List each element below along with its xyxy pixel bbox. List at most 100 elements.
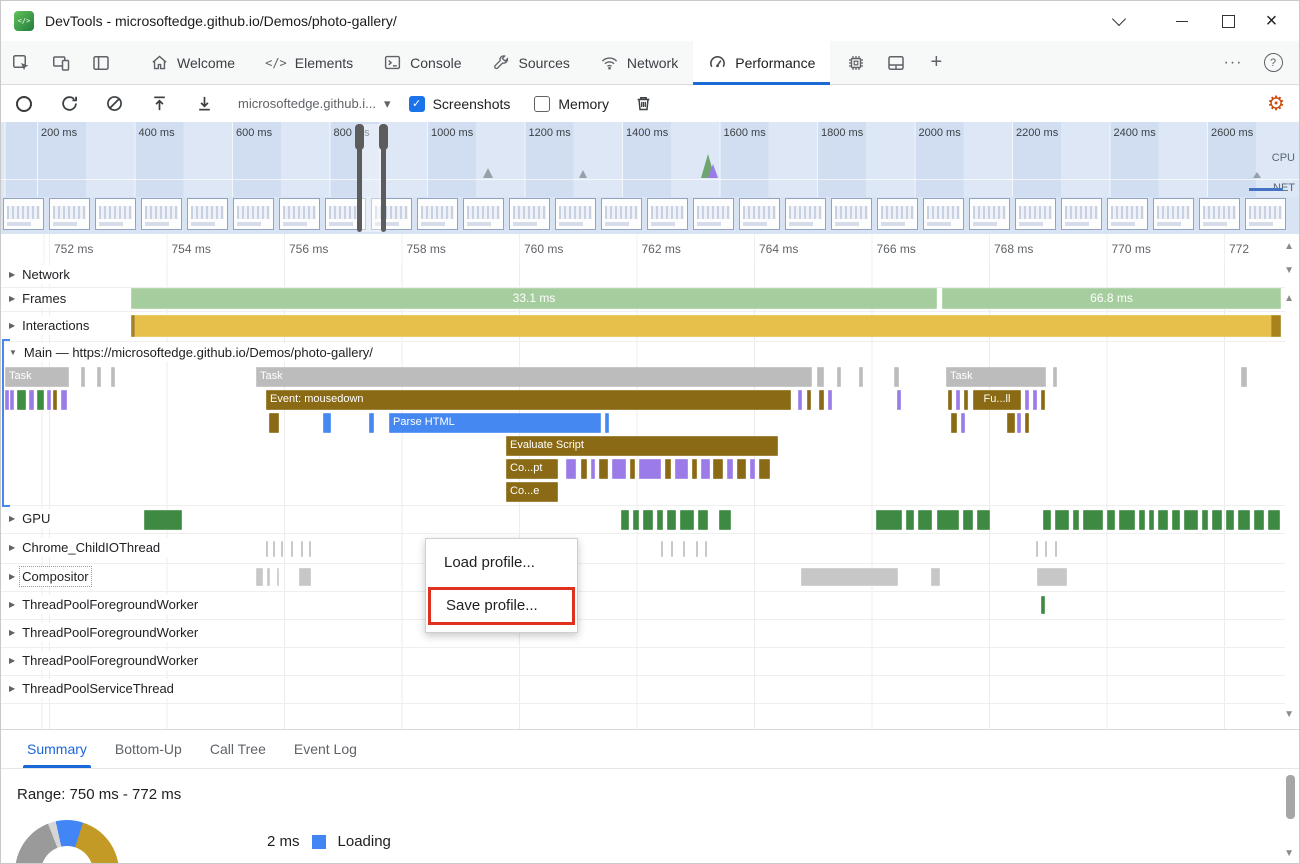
bar[interactable] — [605, 413, 609, 433]
inspect-element-button[interactable] — [1, 41, 41, 84]
filmstrip-thumbnail[interactable] — [693, 198, 734, 230]
bar[interactable] — [1107, 510, 1115, 530]
filmstrip-thumbnail[interactable] — [141, 198, 182, 230]
bar[interactable] — [273, 541, 275, 557]
bar[interactable] — [1041, 390, 1045, 410]
filmstrip-thumbnail[interactable] — [785, 198, 826, 230]
bar[interactable] — [1158, 510, 1168, 530]
tab-console[interactable]: Console — [368, 41, 476, 84]
bar[interactable] — [876, 510, 902, 530]
bar[interactable] — [37, 390, 44, 410]
bar[interactable] — [1254, 510, 1264, 530]
bar[interactable] — [61, 390, 67, 410]
tab-performance[interactable]: Performance — [693, 41, 830, 84]
memory-checkbox-row[interactable]: Memory — [534, 96, 609, 112]
device-emulation-button[interactable] — [41, 41, 81, 84]
bar[interactable] — [964, 390, 968, 410]
bar[interactable] — [1025, 390, 1029, 410]
details-tab-event-log[interactable]: Event Log — [280, 730, 371, 768]
context-menu-item-load-profile[interactable]: Load profile... — [426, 546, 577, 580]
bar[interactable] — [566, 459, 576, 479]
profile-selector[interactable]: microsoftedge.github.i... ▾ — [238, 96, 391, 112]
load-profile-button[interactable] — [148, 93, 170, 115]
filmstrip-thumbnail[interactable] — [647, 198, 688, 230]
filmstrip-thumbnail[interactable] — [49, 198, 90, 230]
bar[interactable] — [798, 390, 802, 410]
bar[interactable] — [277, 568, 279, 586]
bar[interactable] — [1017, 413, 1021, 433]
bar[interactable] — [906, 510, 914, 530]
scroll-down-arrow[interactable]: ▼ — [1284, 265, 1294, 276]
screenshots-checkbox[interactable]: ✓ — [409, 96, 425, 112]
details-tab-summary[interactable]: Summary — [13, 730, 101, 768]
bar[interactable] — [269, 413, 279, 433]
filmstrip-thumbnail[interactable] — [1199, 198, 1240, 230]
bar[interactable] — [680, 510, 694, 530]
garbage-collect-button[interactable] — [633, 93, 655, 115]
bar-task[interactable]: Task — [946, 367, 1046, 387]
bar[interactable] — [956, 390, 960, 410]
focus-mode-button[interactable] — [81, 41, 121, 84]
bar[interactable] — [1053, 367, 1057, 387]
bar[interactable] — [698, 510, 708, 530]
flame-chart-area[interactable]: ▶ Network 33.1 ms66.8 ms ▶ Frames ▶ Inte… — [1, 263, 1300, 729]
bar[interactable] — [1045, 541, 1047, 557]
bar[interactable] — [256, 568, 263, 586]
memory-checkbox[interactable] — [534, 96, 550, 112]
bar[interactable] — [675, 459, 688, 479]
tab-network[interactable]: Network — [585, 41, 693, 84]
tab-sources[interactable]: Sources — [477, 41, 585, 84]
bar[interactable] — [639, 459, 661, 479]
bar-66.8-ms[interactable]: 66.8 ms — [942, 288, 1281, 309]
track-toggle-child-io[interactable]: ▶ Chrome_ChildIOThread — [7, 538, 168, 557]
bar[interactable] — [1119, 510, 1135, 530]
filmstrip-thumbnail[interactable] — [187, 198, 228, 230]
bar[interactable] — [801, 568, 898, 586]
filmstrip-thumbnail[interactable] — [1107, 198, 1148, 230]
bar-parse-html[interactable]: Parse HTML — [389, 413, 601, 433]
bar[interactable] — [931, 568, 940, 586]
bar[interactable] — [963, 510, 973, 530]
filmstrip-thumbnail[interactable] — [95, 198, 136, 230]
track-toggle-threadpool-3[interactable]: ▶ ThreadPoolForegroundWorker — [7, 651, 206, 670]
summary-scrollbar-thumb[interactable] — [1286, 775, 1295, 819]
bar-co...e[interactable]: Co...e — [506, 482, 558, 502]
bar-fu...ll[interactable]: Fu...ll — [973, 390, 1021, 410]
bar[interactable] — [1139, 510, 1145, 530]
filmstrip-thumbnail[interactable] — [509, 198, 550, 230]
filmstrip-thumbnail[interactable] — [1015, 198, 1056, 230]
bar[interactable] — [817, 367, 824, 387]
bar[interactable] — [1055, 510, 1069, 530]
bar[interactable] — [1149, 510, 1154, 530]
tab-welcome[interactable]: Welcome — [135, 41, 250, 84]
bar[interactable] — [705, 541, 707, 557]
close-button[interactable]: × — [1252, 1, 1299, 41]
bar[interactable] — [301, 541, 303, 557]
tracks-scroll-up-arrow[interactable]: ▲ — [1284, 293, 1294, 304]
bar[interactable] — [599, 459, 608, 479]
record-button[interactable] — [13, 93, 35, 115]
track-toggle-threadpool-2[interactable]: ▶ ThreadPoolForegroundWorker — [7, 623, 206, 642]
bar[interactable] — [643, 510, 653, 530]
bar[interactable] — [1238, 510, 1250, 530]
bar[interactable] — [309, 541, 311, 557]
bar[interactable] — [1037, 568, 1067, 586]
track-toggle-frames[interactable]: ▶ Frames — [7, 289, 74, 308]
bar[interactable] — [323, 413, 331, 433]
bar[interactable] — [961, 413, 965, 433]
bar[interactable] — [828, 390, 832, 410]
bar[interactable] — [281, 541, 283, 557]
dock-layout-button[interactable] — [876, 41, 916, 84]
bar[interactable] — [1241, 367, 1247, 387]
bar[interactable] — [53, 390, 57, 410]
bar[interactable] — [737, 459, 746, 479]
save-profile-button[interactable] — [193, 93, 215, 115]
bar[interactable] — [144, 510, 182, 530]
track-toggle-compositor[interactable]: ▶ Compositor — [7, 567, 97, 586]
maximize-button[interactable] — [1205, 1, 1252, 41]
tab-elements[interactable]: </> Elements — [250, 41, 368, 84]
timeline-overview[interactable]: 200 ms400 ms600 ms800 ms1000 ms1200 ms14… — [1, 122, 1300, 234]
bar[interactable] — [937, 510, 959, 530]
bar[interactable] — [750, 459, 755, 479]
bar[interactable] — [612, 459, 626, 479]
